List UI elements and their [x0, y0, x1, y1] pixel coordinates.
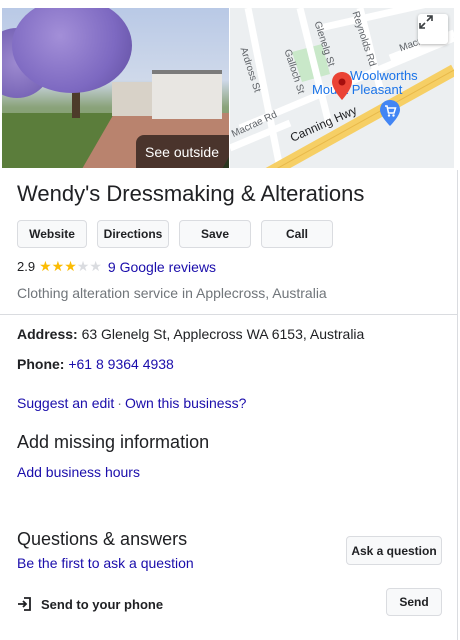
own-business-link[interactable]: Own this business? — [125, 395, 246, 411]
star-rating: ★★★★★ — [39, 258, 102, 275]
website-button[interactable]: Website — [17, 220, 87, 248]
right-border — [457, 170, 458, 640]
edit-links: Suggest an edit · Own this business? — [17, 395, 246, 411]
send-to-phone-row[interactable]: Send to your phone — [17, 596, 163, 612]
first-ask-link[interactable]: Be the first to ask a question — [17, 555, 194, 571]
star-filled-icon: ★ — [51, 258, 65, 274]
see-outside-label: See outside — [145, 144, 219, 160]
map-pin-icon — [332, 72, 352, 100]
phone-link[interactable]: +61 8 9364 4938 — [68, 356, 174, 372]
place-card: See outside Glenelg St Reynolds Rd Macra… — [0, 0, 460, 640]
qa-heading: Questions & answers — [17, 529, 188, 549]
send-to-phone-label: Send to your phone — [41, 596, 164, 612]
section-divider — [0, 314, 457, 315]
address-label: Address: — [17, 326, 78, 342]
map-poi-line2: Mount Pleasant — [312, 82, 403, 97]
photo-house — [152, 70, 222, 119]
send-to-phone-icon — [18, 597, 31, 611]
star-filled-icon: ★ — [39, 258, 52, 274]
address-line: Address: 63 Glenelg St, Applecross WA 61… — [17, 326, 364, 342]
rating-value: 2.9 — [17, 259, 36, 274]
missing-info-heading: Add missing information — [17, 432, 210, 452]
expand-icon — [419, 15, 433, 29]
rating-row: 2.9 ★★★★★ 9 Google reviews — [17, 258, 216, 275]
star-filled-icon: ★ — [64, 258, 77, 274]
business-category: Clothing alteration service in Applecros… — [17, 285, 327, 301]
action-buttons: Website Directions Save Call — [17, 220, 333, 248]
add-business-hours-link[interactable]: Add business hours — [17, 464, 140, 480]
star-empty-icon: ★ — [76, 258, 90, 274]
call-button[interactable]: Call — [261, 220, 333, 248]
see-outside-button[interactable]: See outside — [136, 135, 229, 168]
save-button[interactable]: Save — [179, 220, 251, 248]
reviews-link[interactable]: 9 Google reviews — [108, 259, 216, 275]
link-separator: · — [117, 395, 122, 411]
map-poi-line1: Woolworths — [350, 68, 418, 83]
address-value[interactable]: 63 Glenelg St, Applecross WA 6153, Austr… — [82, 326, 365, 342]
directions-button[interactable]: Directions — [97, 220, 169, 248]
phone-label: Phone: — [17, 356, 65, 372]
street-view-photo[interactable]: See outside — [2, 8, 229, 168]
business-name: Wendy's Dressmaking & Alterations — [17, 181, 365, 206]
phone-line: Phone: +61 8 9364 4938 — [17, 356, 174, 372]
expand-map-button[interactable] — [418, 14, 448, 44]
ask-question-button[interactable]: Ask a question — [346, 536, 442, 565]
shopping-cart-pin-icon — [380, 100, 400, 126]
suggest-edit-link[interactable]: Suggest an edit — [17, 395, 114, 411]
star-empty-icon: ★ — [89, 258, 102, 274]
map-thumbnail[interactable]: Glenelg St Reynolds Rd Macrae R Ardross … — [230, 8, 454, 168]
send-button[interactable]: Send — [386, 588, 442, 616]
